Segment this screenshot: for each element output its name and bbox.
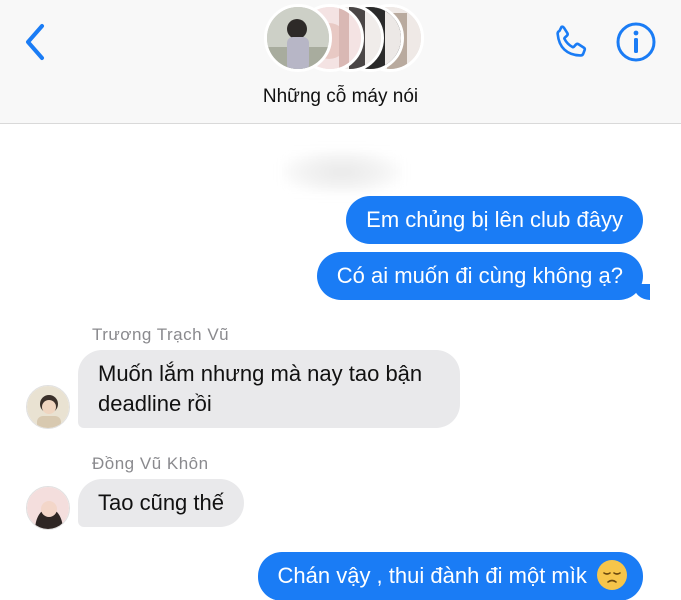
pensive-face-emoji xyxy=(597,560,627,591)
sender-name: Trương Trạch Vũ xyxy=(92,325,230,344)
message-bubble-outgoing[interactable]: Em chủng bị lên club đâyy xyxy=(346,196,643,244)
avatar[interactable] xyxy=(26,486,70,530)
chevron-left-icon xyxy=(26,24,44,60)
group-member-avatar xyxy=(264,4,332,72)
bubble-tail xyxy=(634,284,650,300)
avatar[interactable] xyxy=(26,385,70,429)
back-button[interactable] xyxy=(22,22,52,62)
info-icon xyxy=(616,22,656,62)
chat-header: Những cỗ máy nói xyxy=(0,0,681,124)
message-bubble-incoming[interactable]: Muốn lắm nhưng mà nay tao bận deadline r… xyxy=(78,350,460,428)
info-button[interactable] xyxy=(614,20,658,64)
group-name[interactable]: Những cỗ máy nói xyxy=(0,86,681,108)
group-avatar-stack[interactable] xyxy=(264,4,424,72)
phone-icon xyxy=(556,25,587,57)
call-button[interactable] xyxy=(550,22,592,64)
sender-name: Đồng Vũ Khôn xyxy=(92,454,209,473)
message-bubble-outgoing[interactable]: Có ai muốn đi cùng không ạ? xyxy=(316,252,643,300)
message-bubble-incoming[interactable]: Tao cũng thế xyxy=(78,479,244,527)
message-text: Chán vậy , thui đành đi một mìk xyxy=(277,563,587,588)
blurred-content xyxy=(282,150,402,194)
message-bubble-outgoing[interactable]: Chán vậy , thui đành đi một mìk xyxy=(257,552,643,600)
